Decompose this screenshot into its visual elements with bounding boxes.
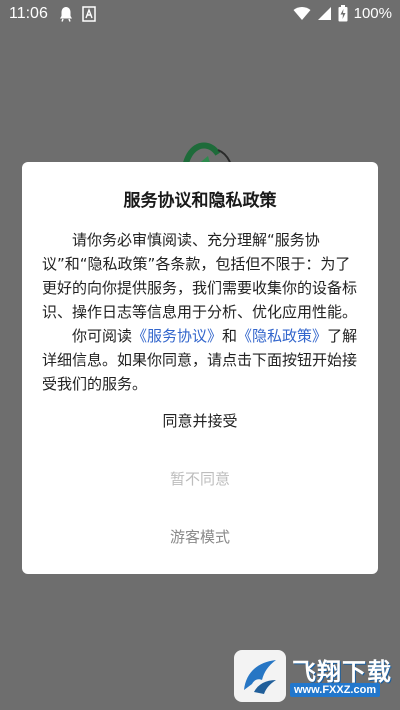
- signal-icon: [317, 7, 331, 20]
- watermark-url: www.FXXZ.com: [290, 683, 381, 697]
- paragraph-links: 你可阅读《服务协议》和《隐私政策》了解详细信息。如果你同意，请点击下面按钮开始接…: [42, 324, 360, 396]
- status-bar: 11:06 100%: [0, 0, 400, 28]
- paragraph-intro: 请你务必审慎阅读、充分理解“服务协议”和“隐私政策”各条款，包括但不限于：为了更…: [42, 231, 358, 321]
- paragraph-prefix: 你可阅读: [72, 327, 133, 345]
- privacy-link[interactable]: 《隐私政策》: [237, 327, 327, 345]
- battery-icon: [338, 5, 348, 22]
- app-icon: [82, 6, 96, 22]
- status-left-icons: [58, 6, 96, 22]
- status-right-icons: 100%: [293, 5, 392, 22]
- status-time: 11:06: [9, 5, 48, 22]
- wifi-icon: [293, 7, 311, 20]
- battery-text: 100%: [353, 5, 392, 22]
- notification-icon: [60, 7, 72, 22]
- paragraph-and: 和: [222, 327, 238, 345]
- watermark: 飞翔下载 www.FXXZ.com: [234, 650, 394, 702]
- watermark-bird-icon: [244, 660, 276, 694]
- terms-link[interactable]: 《服务协议》: [132, 327, 222, 345]
- agreement-dialog: 服务协议和隐私政策 请你务必审慎阅读、充分理解“服务协议”和“隐私政策”各条款，…: [22, 162, 378, 574]
- watermark-title: 飞翔下载: [292, 658, 392, 686]
- dialog-title: 服务协议和隐私政策: [123, 191, 277, 211]
- guest-mode-button[interactable]: 游客模式: [22, 526, 378, 547]
- decline-button[interactable]: 暂不同意: [22, 468, 378, 489]
- watermark-logo-icon: [234, 650, 286, 702]
- accept-button[interactable]: 同意并接受: [22, 410, 378, 431]
- dialog-body: 请你务必审慎阅读、充分理解“服务协议”和“隐私政策”各条款，包括但不限于：为了更…: [42, 228, 360, 396]
